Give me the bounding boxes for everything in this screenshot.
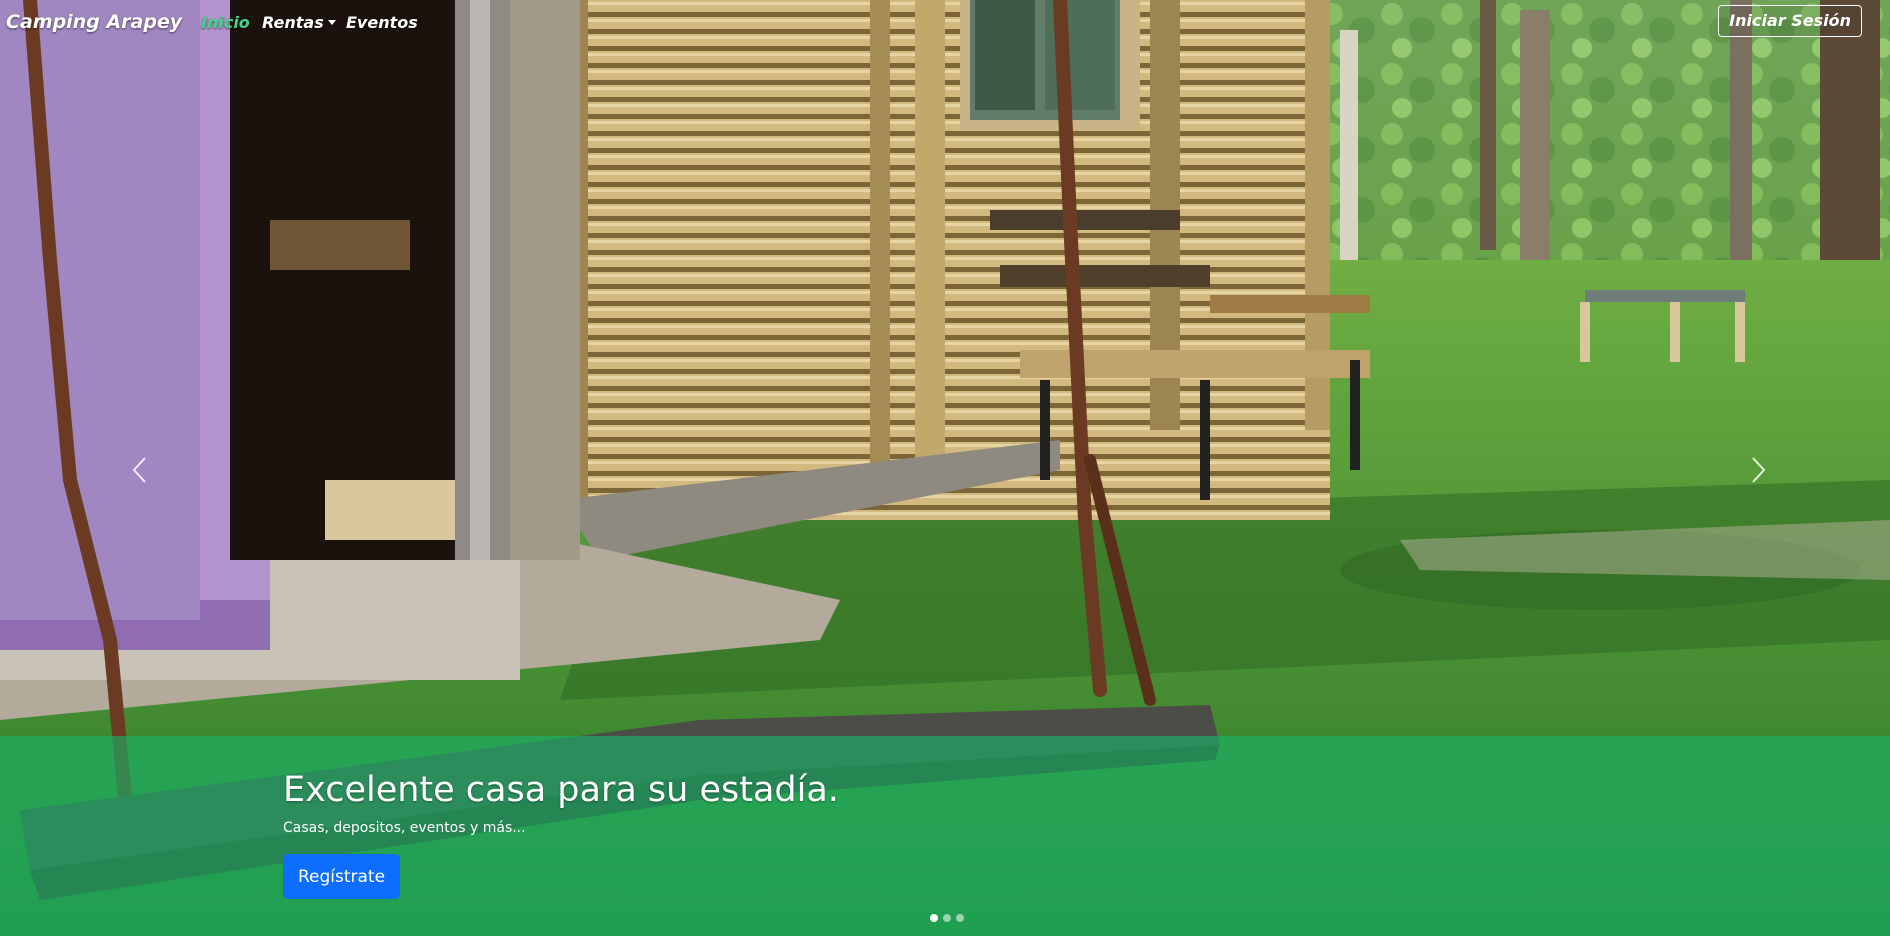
carousel-caption: Excelente casa para su estadía. Casas, d… [283,768,839,838]
chevron-left-icon [132,457,146,483]
carousel-indicator-2[interactable] [943,914,951,922]
caption-title: Excelente casa para su estadía. [283,770,839,810]
nav-link-rentas-label: Rentas [262,13,324,32]
hero-carousel: Camping Arapey Inicio Rentas Eventos Ini… [0,0,1890,936]
nav-link-eventos[interactable]: Eventos [346,13,418,32]
carousel-next-button[interactable] [1738,450,1778,490]
register-button[interactable]: Regístrate [283,854,400,899]
carousel-prev-button[interactable] [120,450,160,490]
nav-link-inicio[interactable]: Inicio [201,13,250,32]
chevron-right-icon [1752,457,1766,483]
carousel-indicators [930,914,964,922]
caret-down-icon [327,20,336,25]
nav-link-rentas[interactable]: Rentas [262,13,336,32]
carousel-indicator-3[interactable] [956,914,964,922]
carousel-indicator-1[interactable] [930,914,938,922]
caption-subtitle: Casas, depositos, eventos y más... [283,820,526,836]
login-button[interactable]: Iniciar Sesión [1718,5,1862,37]
brand-logo[interactable]: Camping Arapey [6,11,182,33]
navbar: Camping Arapey Inicio Rentas Eventos Ini… [0,0,1890,48]
